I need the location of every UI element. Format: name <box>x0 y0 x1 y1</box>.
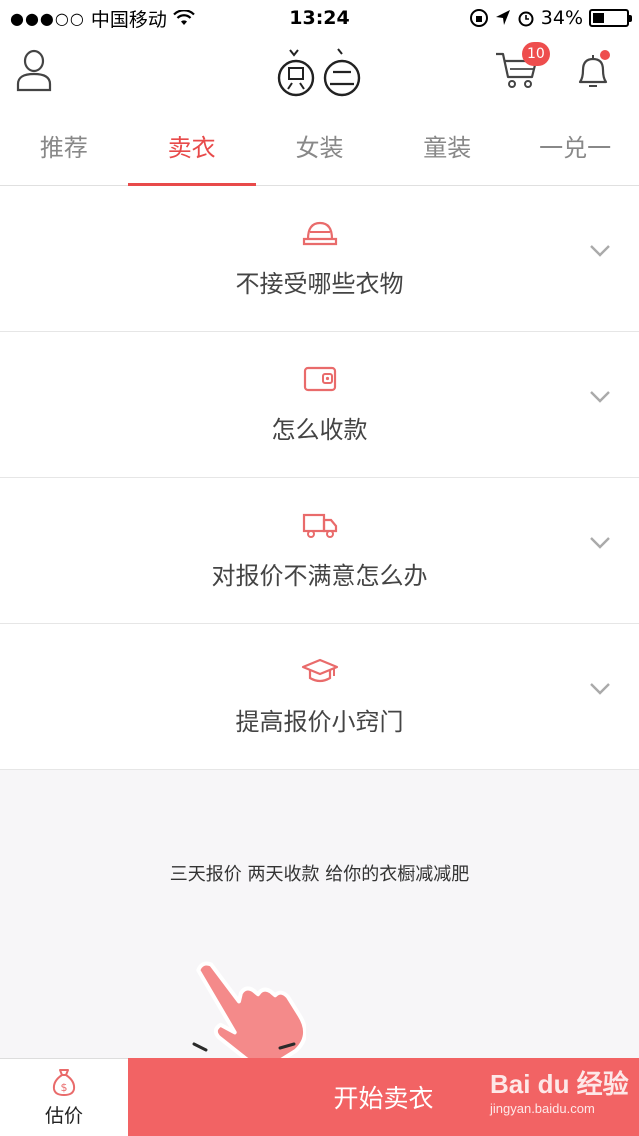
carrier-label: 中国移动 <box>90 8 167 31</box>
baidu-watermark: Bai du 经验 jingyan.baidu.com <box>490 1064 629 1116</box>
tab-recommend[interactable]: 推荐 <box>0 112 128 185</box>
info-area: 三天报价 两天收款 给你的衣橱减减肥 <box>0 770 639 1060</box>
faq-item-not-accepted[interactable]: 不接受哪些衣物 <box>0 186 639 332</box>
chevron-down-icon <box>590 391 610 403</box>
alarm-icon <box>518 11 534 27</box>
tab-kids[interactable]: 童装 <box>383 112 511 185</box>
faq-list: 不接受哪些衣物 怎么收款 对报价不满意怎么办 提高报价小窍门 <box>0 186 639 770</box>
signal-icon: ●●●○○ <box>10 8 85 28</box>
money-bag-icon: $ <box>52 1069 76 1097</box>
watermark-main: Bai du 经验 <box>490 1069 629 1099</box>
wifi-icon <box>173 10 195 25</box>
rotation-lock-icon <box>469 9 488 27</box>
status-bar: ●●●○○ 中国移动 13:24 34% <box>0 0 639 36</box>
start-selling-label: 开始卖衣 <box>333 1084 434 1113</box>
estimate-button[interactable]: $ 估价 <box>0 1058 128 1136</box>
tab-sell-clothes[interactable]: 卖衣 <box>127 112 256 186</box>
category-tabs: 推荐 卖衣 女装 童装 一兑一 <box>0 112 639 186</box>
tab-exchange[interactable]: 一兑一 <box>511 112 639 185</box>
faq-item-payment[interactable]: 怎么收款 <box>0 332 639 478</box>
notification-dot <box>600 50 610 60</box>
app-header: 10 <box>0 36 639 112</box>
faq-item-unsatisfied[interactable]: 对报价不满意怎么办 <box>0 478 639 624</box>
location-icon <box>495 10 510 25</box>
faq-label: 怎么收款 <box>271 416 368 444</box>
hat-icon <box>300 216 340 250</box>
faq-label: 不接受哪些衣物 <box>235 270 404 298</box>
faq-item-tips[interactable]: 提高报价小窍门 <box>0 624 639 770</box>
chevron-down-icon <box>590 683 610 695</box>
battery-percent: 34% <box>540 7 583 29</box>
logo-icon <box>277 48 361 97</box>
watermark-sub: jingyan.baidu.com <box>490 1101 595 1116</box>
graduation-cap-icon <box>300 654 340 688</box>
faq-label: 提高报价小窍门 <box>235 708 404 736</box>
user-icon[interactable] <box>14 48 54 92</box>
faq-label: 对报价不满意怎么办 <box>211 562 428 590</box>
battery-icon <box>589 9 632 27</box>
estimate-label: 估价 <box>44 1105 83 1127</box>
chevron-down-icon <box>590 245 610 257</box>
truck-icon <box>300 508 340 542</box>
slogan-text: 三天报价 两天收款 给你的衣橱减减肥 <box>169 864 470 885</box>
tab-womens[interactable]: 女装 <box>256 112 384 185</box>
svg-text:$: $ <box>61 1081 68 1094</box>
chevron-down-icon <box>590 537 610 549</box>
wallet-icon <box>300 362 340 396</box>
cart-badge: 10 <box>522 42 550 66</box>
